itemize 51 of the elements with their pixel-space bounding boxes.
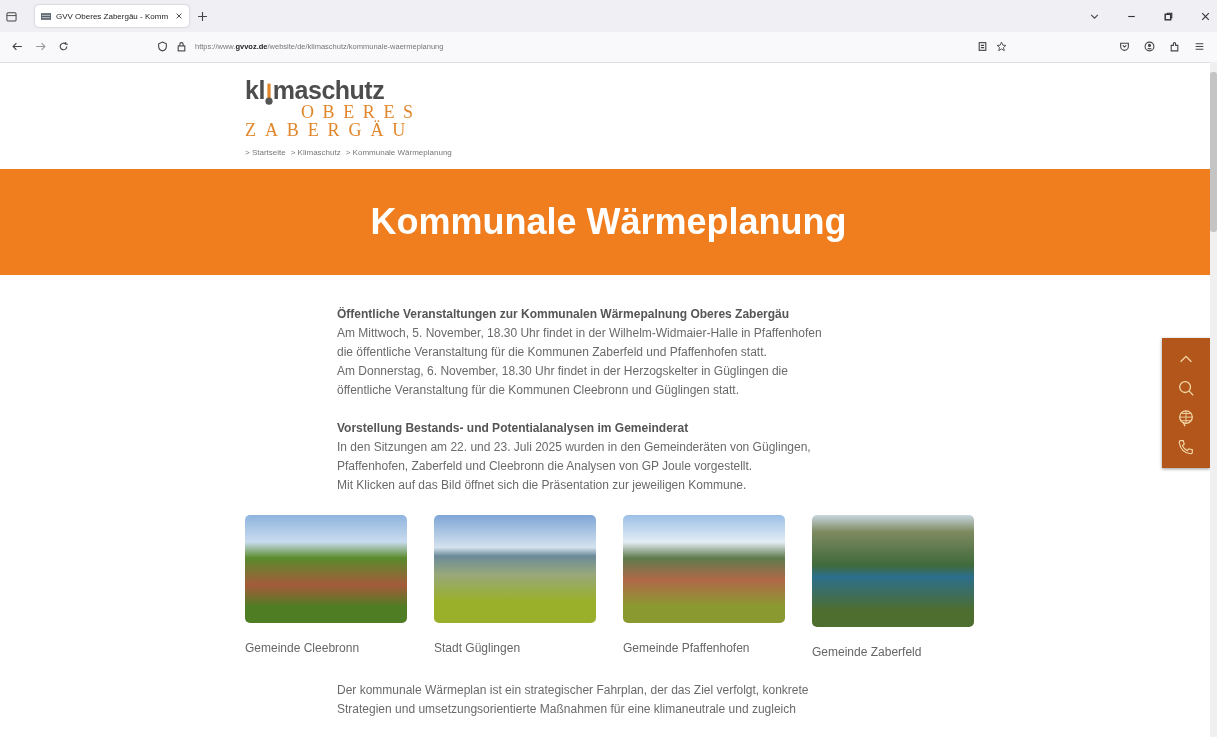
reader-view-icon[interactable] <box>977 40 988 52</box>
shield-icon[interactable] <box>157 40 168 52</box>
body-text: Der kommunale Wärmeplan ist ein strategischer Fahrplan, der das Ziel verfolgt, konkrete <box>337 682 810 699</box>
logo-text[interactable]: OBERES <box>245 103 415 121</box>
body-text: Pfaffenhofen, Zaberfeld und Cleebronn die Analysen von GP Joule vorgestellt. <box>337 458 754 475</box>
body-text: Strategien und umsetzungsorientierte Maßnahmen für eine klimaneutrale und zugleich <box>337 701 797 718</box>
body-text: öffentliche Veranstaltung für die Kommunen Cleebronn und Güglingen statt. <box>337 382 741 399</box>
favicon-icon <box>41 12 51 20</box>
section-heading: Öffentliche Veranstaltungen zur Kommunalen Wärmepalnung Oberes Zabergäu <box>337 306 791 323</box>
puzzle-icon[interactable] <box>1169 40 1180 52</box>
tab-list-icon[interactable] <box>6 10 17 22</box>
photo-caption: Gemeinde Pfaffenhofen <box>623 641 751 655</box>
section-heading: Vorstellung Bestands- und Potentialanalysen im Gemeinderat <box>337 420 690 437</box>
body-text: Am Donnerstag, 6. November, 18.30 Uhr findet in der Herzogskelter in Güglingen die <box>337 363 789 380</box>
photo-placeholder[interactable] <box>623 515 785 623</box>
scrollbar[interactable] <box>1210 62 1217 737</box>
globe-icon[interactable] <box>1177 408 1195 427</box>
photo-caption: Stadt Güglingen <box>434 641 522 655</box>
photo-placeholder[interactable] <box>245 515 407 623</box>
breadcrumb-link[interactable]: > Startseite <box>245 148 286 157</box>
phone-icon[interactable] <box>1177 438 1195 457</box>
new-tab-icon[interactable] <box>197 10 208 22</box>
photo-placeholder[interactable] <box>434 515 596 623</box>
browser-tab[interactable]: GVV Oberes Zabergäu - Komm <box>35 5 189 27</box>
breadcrumb-link[interactable]: > Klimaschutz <box>290 148 341 157</box>
star-icon[interactable] <box>996 40 1007 52</box>
reload-icon[interactable] <box>58 40 69 52</box>
search-icon[interactable] <box>1177 379 1195 398</box>
body-text: In den Sitzungen am 22. und 23. Juli 2025 wurden in den Gemeinderäten von Güglingen, <box>337 439 812 456</box>
photo-caption: Gemeinde Cleebronn <box>245 641 361 655</box>
close-icon[interactable] <box>175 12 183 20</box>
page-title: Kommunale Wärmeplanung <box>370 201 847 243</box>
body-text: die öffentliche Veranstaltung für die Kommunen Zaberfeld und Pfaffenhofen statt. <box>337 344 768 361</box>
logo-text[interactable]: maschutz <box>272 78 385 103</box>
back-arrow-icon[interactable] <box>12 40 23 52</box>
restore-icon[interactable] <box>1163 10 1174 22</box>
pocket-icon[interactable] <box>1119 40 1130 52</box>
forward-arrow-icon[interactable] <box>35 40 46 52</box>
body-text: Am Mittwoch, 5. November, 18.30 Uhr findet in der Wilhelm-Widmaier-Halle in Pfaffenhofen <box>337 325 823 342</box>
scrollbar-thumb[interactable] <box>1210 72 1217 232</box>
lock-icon[interactable] <box>176 40 187 52</box>
breadcrumb-link[interactable]: > Kommunale Wärmeplanung <box>345 148 452 157</box>
logo-text[interactable]: ZABERGÄU <box>245 121 415 139</box>
photo-caption: Gemeinde Zaberfeld <box>812 645 923 659</box>
logo-text[interactable]: kl <box>245 78 265 103</box>
close-icon[interactable] <box>1200 10 1211 22</box>
account-icon[interactable] <box>1144 40 1155 52</box>
body-text: Mit Klicken auf das Bild öffnet sich die Präsentation zur jeweiligen Kommune. <box>337 477 748 494</box>
tab-title: GVV Oberes Zabergäu - Komm <box>56 11 170 21</box>
menu-icon[interactable] <box>1194 40 1205 52</box>
photo-placeholder[interactable] <box>812 515 974 627</box>
